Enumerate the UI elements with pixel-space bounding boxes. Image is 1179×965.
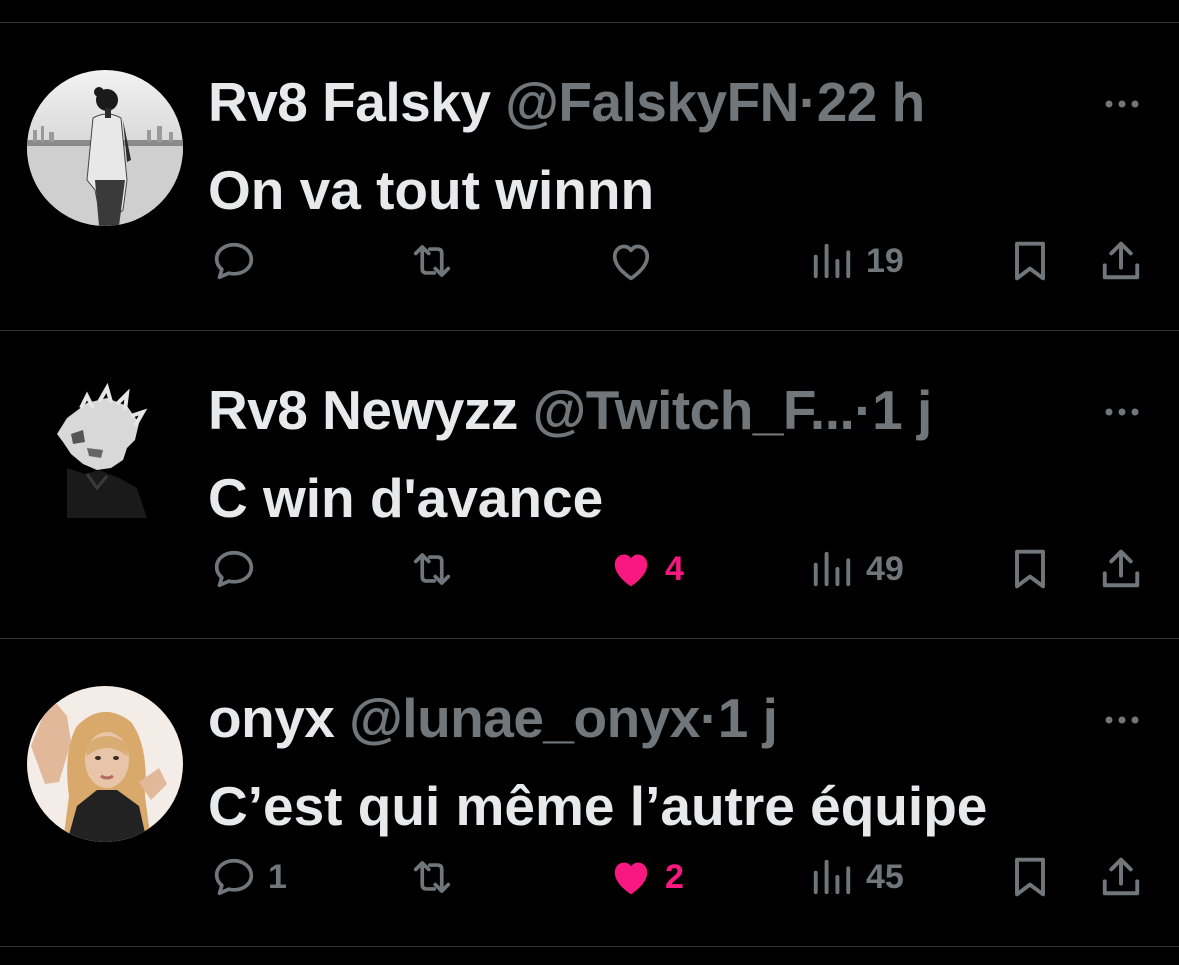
- user-handle[interactable]: @lunae_onyx: [349, 687, 700, 749]
- share-icon: [1102, 857, 1140, 896]
- retweet-button[interactable]: [406, 540, 458, 598]
- bookmark-button[interactable]: [1004, 848, 1056, 906]
- like-icon: [614, 862, 648, 895]
- views-count: 45: [866, 857, 904, 896]
- tweet-header: onyx @lunae_onyx·1 j: [208, 680, 778, 756]
- views-icon: [813, 243, 851, 279]
- reply-icon: [214, 550, 254, 588]
- user-handle[interactable]: @FalskyFN: [505, 71, 799, 133]
- retweet-icon: [413, 553, 451, 585]
- bookmark-icon: [1015, 241, 1045, 281]
- views-button[interactable]: 49: [806, 540, 904, 598]
- display-name[interactable]: Rv8 Newyzz: [208, 379, 518, 441]
- avatar[interactable]: [27, 70, 183, 226]
- retweet-icon: [413, 245, 451, 277]
- action-bar: 19: [0, 232, 1179, 290]
- reply-count: 1: [268, 857, 287, 896]
- timestamp[interactable]: 1 j: [872, 379, 932, 441]
- tweet-3[interactable]: onyx @lunae_onyx·1 j C’est qui même l’au…: [0, 638, 1179, 946]
- like-icon: [614, 554, 648, 587]
- bookmark-button[interactable]: [1004, 232, 1056, 290]
- reply-icon: [214, 242, 254, 280]
- avatar[interactable]: [27, 686, 183, 842]
- tweet-text: C win d'avance: [208, 467, 604, 529]
- tweet-text: On va tout winnn: [208, 159, 655, 221]
- action-bar: 4 49: [0, 540, 1179, 598]
- like-count: 4: [665, 549, 684, 588]
- share-button[interactable]: [1095, 540, 1147, 598]
- tweet-2[interactable]: Rv8 Newyzz @Twitch_F...·1 j C win d'avan…: [0, 330, 1179, 638]
- views-count: 49: [866, 549, 904, 588]
- retweet-button[interactable]: [406, 848, 458, 906]
- display-name[interactable]: Rv8 Falsky: [208, 71, 491, 133]
- separator-dot: ·: [854, 379, 873, 441]
- like-count: 2: [665, 857, 684, 896]
- views-count: 19: [866, 241, 904, 280]
- like-button[interactable]: 4: [605, 540, 684, 598]
- views-button[interactable]: 19: [806, 232, 904, 290]
- reply-icon: [214, 858, 254, 896]
- like-icon: [612, 244, 650, 281]
- action-bar: 1 2 45: [0, 848, 1179, 906]
- bottom-divider: [0, 946, 1179, 947]
- separator-dot: ·: [798, 71, 817, 133]
- views-icon: [813, 859, 851, 895]
- like-button[interactable]: [605, 232, 665, 290]
- like-button[interactable]: 2: [605, 848, 684, 906]
- reply-button[interactable]: 1: [208, 848, 287, 906]
- tweet-text: C’est qui même l’autre équipe: [208, 775, 988, 837]
- tweet-header: Rv8 Newyzz @Twitch_F...·1 j: [208, 372, 932, 448]
- views-button[interactable]: 45: [806, 848, 904, 906]
- share-icon: [1102, 549, 1140, 588]
- share-button[interactable]: [1095, 232, 1147, 290]
- views-icon: [813, 551, 851, 587]
- bookmark-icon: [1015, 549, 1045, 589]
- retweet-icon: [413, 861, 451, 893]
- retweet-button[interactable]: [406, 232, 458, 290]
- more-icon[interactable]: [1100, 698, 1144, 742]
- reply-button[interactable]: [208, 232, 268, 290]
- tweet-1[interactable]: Rv8 Falsky @FalskyFN·22 h On va tout win…: [0, 22, 1179, 330]
- share-icon: [1102, 241, 1140, 280]
- timestamp[interactable]: 1 j: [718, 687, 778, 749]
- share-button[interactable]: [1095, 848, 1147, 906]
- display-name[interactable]: onyx: [208, 687, 335, 749]
- avatar[interactable]: [27, 378, 183, 534]
- more-icon[interactable]: [1100, 82, 1144, 126]
- bookmark-button[interactable]: [1004, 540, 1056, 598]
- user-handle[interactable]: @Twitch_F...: [533, 379, 855, 441]
- reply-button[interactable]: [208, 540, 268, 598]
- bookmark-icon: [1015, 857, 1045, 897]
- more-icon[interactable]: [1100, 390, 1144, 434]
- timestamp[interactable]: 22 h: [817, 71, 926, 133]
- tweet-header: Rv8 Falsky @FalskyFN·22 h: [208, 64, 925, 140]
- separator-dot: ·: [699, 687, 718, 749]
